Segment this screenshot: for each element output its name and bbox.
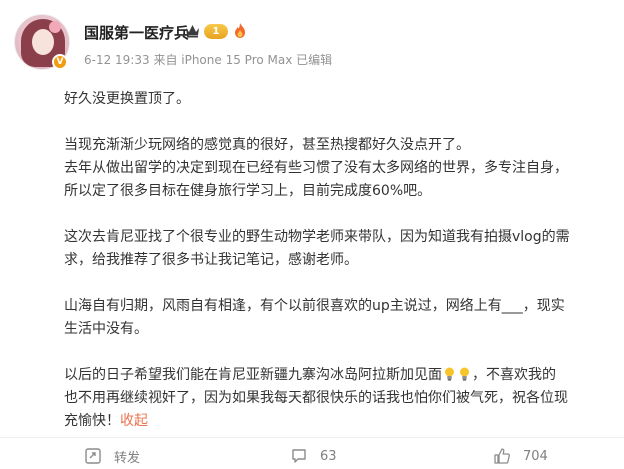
fire-icon[interactable] [232,22,248,39]
post-line: 这次去肯尼亚找了个很专业的野生动物学老师来带队，因为知道我有拍摄vlog的需 [64,229,570,245]
comment-icon [292,449,306,463]
user-name[interactable]: 国服第一医疗兵 [84,22,189,43]
post-line: 也不用再继续视奸了，因为如果我每天都很快乐的话我也怕你们被气死，祝各位现 [64,390,568,406]
action-divider [0,437,624,438]
post-line: 所以定了很多目标在健身旅行学习上，目前完成度60%吧。 [64,183,432,199]
repost-icon [85,448,101,464]
avatar-face [32,29,54,55]
like-count: 704 [523,448,548,464]
post-line: 好久没更换置顶了。 [64,91,190,107]
post-meta: 6-12 19:33 来自 iPhone 15 Pro Max 已编辑 [84,53,333,67]
avatar-flower [49,21,61,33]
post-text: 以后的日子希望我们能在肯尼亚新疆九寨沟冰岛阿拉斯加见面 [64,367,442,383]
post-line: 当现充渐渐少玩网络的感觉真的很好，甚至热搜都好久没点开了。 [64,137,470,153]
crown-icon[interactable] [184,22,201,39]
post-content: 好久没更换置顶了。 当现充渐渐少玩网络的感觉真的很好，甚至热搜都好久没点开了。 … [64,88,616,433]
post-line: 求，给我推荐了很多书让我记笔记，感谢老师。 [64,252,358,268]
post-text: ，不喜欢我的 [472,367,556,383]
level-badge[interactable]: 1 [204,24,228,39]
comment-button[interactable]: 63 [290,446,337,466]
post-line: 以后的日子希望我们能在肯尼亚新疆九寨沟冰岛阿拉斯加见面 ，不喜欢我的 [64,364,616,387]
lightbulb-icon [445,367,454,381]
post-line: 去年从做出留学的决定到现在已经有些习惯了没有太多网络的世界，多专注自身， [64,160,568,176]
verified-badge: V [52,54,68,70]
post-text: 充愉快！ [64,413,120,429]
post-line: 山海自有归期，风雨自有相逢，有个以前很喜欢的up主说过，网络上有___，现实 [64,298,565,314]
post-line: 生活中没有。 [64,321,148,337]
repost-label: 转发 [114,450,141,466]
lightbulb-icon [460,367,469,381]
collapse-link[interactable]: 收起 [120,413,148,429]
like-icon [494,448,510,464]
like-button[interactable]: 704 [493,446,548,466]
repost-button[interactable]: 转发 [84,446,140,466]
comment-count: 63 [320,448,337,464]
post-line: 充愉快！收起 [64,410,616,433]
